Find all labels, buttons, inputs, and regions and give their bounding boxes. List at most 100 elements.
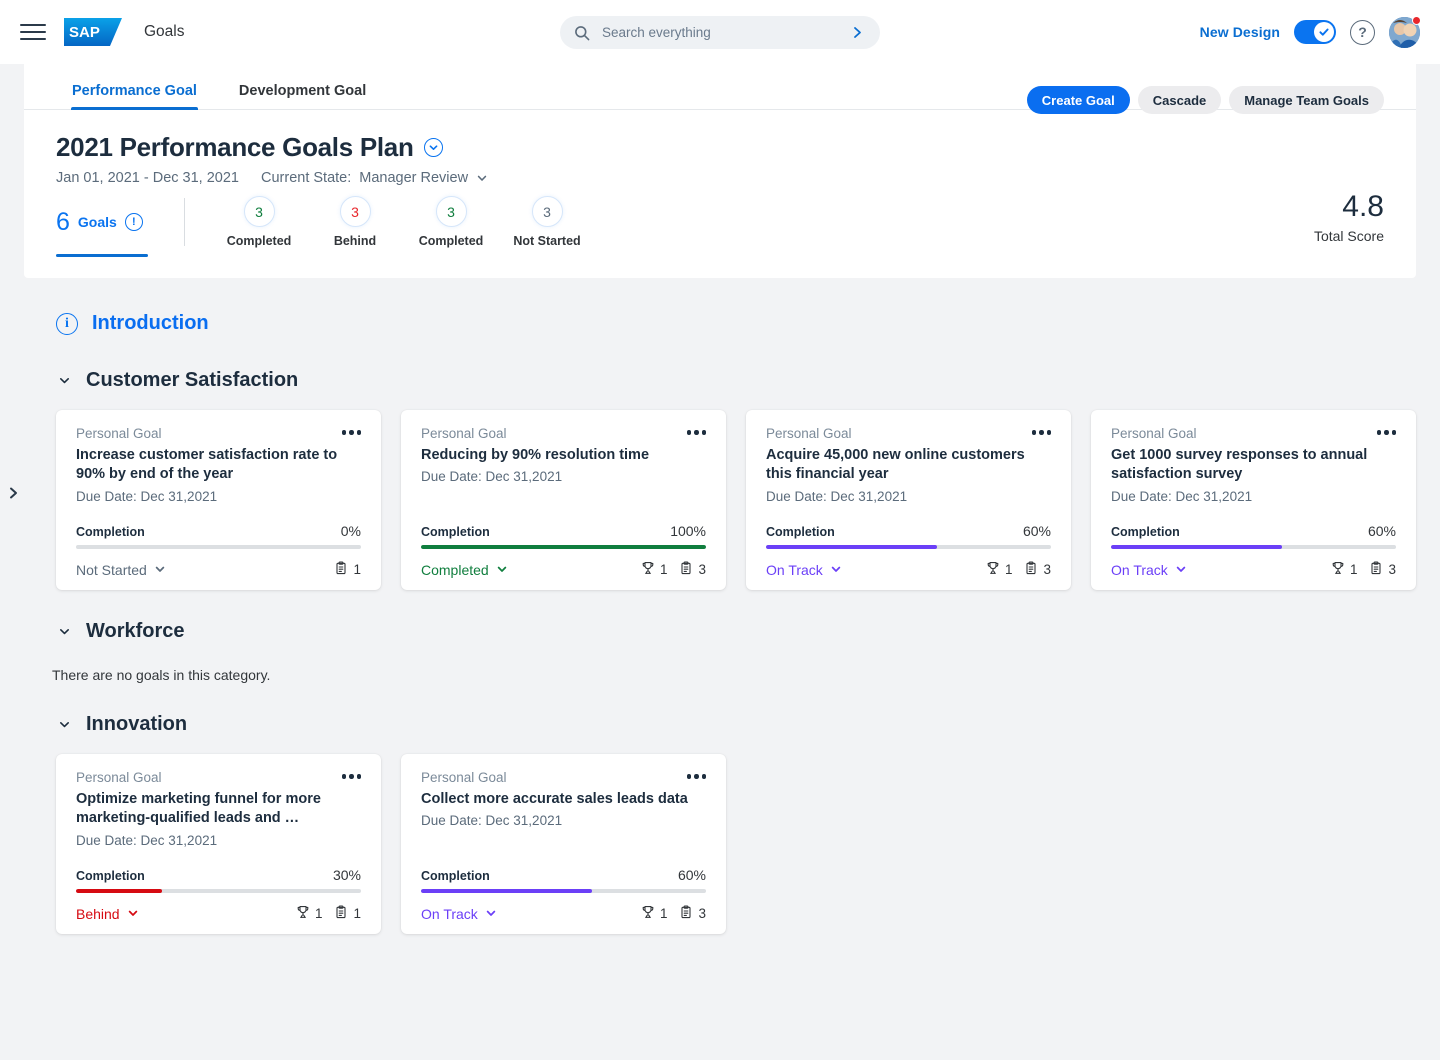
stat-count: 3: [447, 204, 455, 220]
goal-status-dropdown[interactable]: On Track: [1111, 562, 1187, 578]
goal-card[interactable]: Personal Goal Optimize marketing funnel …: [56, 754, 381, 934]
goals-exclamation-circle-icon[interactable]: !: [125, 213, 143, 231]
more-options-icon[interactable]: [687, 426, 707, 435]
current-state-value[interactable]: Manager Review: [359, 170, 468, 186]
goal-card[interactable]: Personal Goal Acquire 45,000 new online …: [746, 410, 1071, 590]
search-submit-chevron-right-icon[interactable]: [851, 26, 864, 39]
clipboard-icon: [679, 561, 693, 578]
cascade-button[interactable]: Cascade: [1138, 86, 1221, 114]
stat-circle: 3: [244, 196, 275, 227]
section-header[interactable]: Innovation: [56, 713, 1440, 736]
goal-status-dropdown[interactable]: Behind: [76, 906, 139, 922]
achievement-metric[interactable]: 1: [641, 905, 668, 922]
more-options-icon[interactable]: [1377, 426, 1397, 435]
avatar[interactable]: [1389, 17, 1420, 48]
goal-status-label: Behind: [76, 906, 120, 922]
section-header[interactable]: Workforce: [56, 620, 1440, 643]
goal-due-date: Due Date: Dec 31,2021: [1111, 489, 1396, 504]
goal-status-chevron-down-icon: [485, 906, 497, 922]
new-design-toggle[interactable]: [1294, 20, 1336, 44]
goal-card[interactable]: Personal Goal Get 1000 survey responses …: [1091, 410, 1416, 590]
goal-status-chevron-down-icon: [1175, 562, 1187, 578]
goal-title: Optimize marketing funnel for more marke…: [76, 790, 361, 829]
goal-card[interactable]: Personal Goal Reducing by 90% resolution…: [401, 410, 726, 590]
section-toggle-chevron-down-icon[interactable]: [56, 718, 72, 731]
goal-card-footer: On Track: [766, 561, 1051, 578]
plan-selector-chevron-down-circle-icon[interactable]: [424, 138, 443, 157]
more-options-icon[interactable]: [342, 770, 362, 779]
tab-development-goal[interactable]: Development Goal: [239, 83, 366, 109]
goal-status-dropdown[interactable]: On Track: [421, 906, 497, 922]
help-question-mark-icon[interactable]: ?: [1350, 20, 1375, 45]
progress-bar-fill: [76, 889, 162, 893]
goals-count-tab[interactable]: 6 Goals !: [56, 210, 176, 235]
section-empty-text: There are no goals in this category.: [52, 667, 1440, 683]
trophy-icon: [296, 905, 310, 922]
tasks-metric[interactable]: 1: [334, 905, 361, 922]
tasks-metric[interactable]: 3: [1024, 561, 1051, 578]
clipboard-count: 1: [353, 906, 361, 921]
section-toggle-chevron-down-icon[interactable]: [56, 625, 72, 638]
section-toggle-chevron-down-icon[interactable]: [56, 374, 72, 387]
stats-divider: [184, 198, 185, 246]
goal-status-dropdown[interactable]: Completed: [421, 562, 508, 578]
achievement-metric[interactable]: 1: [1331, 561, 1358, 578]
goal-status-dropdown[interactable]: Not Started: [76, 562, 166, 578]
more-options-icon[interactable]: [1032, 426, 1052, 435]
header-panel: Performance Goal Development Goal 2021 P…: [24, 64, 1416, 278]
search-input[interactable]: [600, 25, 851, 40]
more-options-icon[interactable]: [342, 426, 362, 435]
achievement-metric[interactable]: 1: [641, 561, 668, 578]
tab-performance-goal[interactable]: Performance Goal: [72, 83, 197, 109]
goal-completion-row: Completion 0%: [76, 523, 361, 539]
goal-status-label: Not Started: [76, 562, 147, 578]
sap-logo[interactable]: SAP: [64, 18, 122, 46]
stat-completed-1[interactable]: 3 Completed: [211, 196, 307, 248]
goal-card[interactable]: Personal Goal Increase customer satisfac…: [56, 410, 381, 590]
stat-behind[interactable]: 3 Behind: [307, 196, 403, 248]
goals-info-icon-label: !: [132, 216, 136, 228]
clipboard-count: 3: [1043, 562, 1051, 577]
more-options-icon[interactable]: [687, 770, 707, 779]
tasks-metric[interactable]: 3: [679, 905, 706, 922]
goal-section: Innovation Personal Goal Optimize market…: [0, 713, 1440, 934]
achievement-metric[interactable]: 1: [986, 561, 1013, 578]
goal-card[interactable]: Personal Goal Collect more accurate sale…: [401, 754, 726, 934]
search-icon: [574, 25, 590, 41]
hamburger-icon[interactable]: [20, 19, 46, 45]
stat-completed-2[interactable]: 3 Completed: [403, 196, 499, 248]
search-bar[interactable]: [560, 16, 880, 49]
goal-card-spacer: [76, 848, 361, 867]
progress-bar-fill: [421, 889, 592, 893]
create-goal-button[interactable]: Create Goal: [1027, 86, 1130, 114]
achievement-metric[interactable]: 1: [296, 905, 323, 922]
progress-bar-track: [421, 545, 706, 549]
goal-title: Reducing by 90% resolution time: [421, 446, 706, 465]
goal-kind-label: Personal Goal: [421, 426, 507, 441]
goal-due-date: Due Date: Dec 31,2021: [76, 833, 361, 848]
clipboard-count: 1: [353, 562, 361, 577]
current-state-chevron-down-icon[interactable]: [476, 172, 488, 184]
goal-card-top: Personal Goal: [421, 770, 706, 785]
goal-status-chevron-down-icon: [830, 562, 842, 578]
progress-bar-fill: [421, 545, 706, 549]
section-header[interactable]: Customer Satisfaction: [56, 369, 1440, 392]
stat-not-started[interactable]: 3 Not Started: [499, 196, 595, 248]
total-score-label: Total Score: [1314, 228, 1384, 244]
page-title: 2021 Performance Goals Plan: [56, 132, 414, 163]
tasks-metric[interactable]: 1: [334, 561, 361, 578]
goal-status-dropdown[interactable]: On Track: [766, 562, 842, 578]
goal-card-spacer: [76, 504, 361, 523]
goal-card-spacer: [421, 828, 706, 867]
manage-team-goals-button[interactable]: Manage Team Goals: [1229, 86, 1384, 114]
tasks-metric[interactable]: 3: [1369, 561, 1396, 578]
progress-bar-track: [76, 545, 361, 549]
goal-card-spacer: [766, 504, 1051, 523]
tasks-metric[interactable]: 3: [679, 561, 706, 578]
svg-text:SAP: SAP: [69, 24, 100, 41]
introduction-header[interactable]: i Introduction: [56, 312, 1440, 335]
sidebar-expand-chevron-right-icon[interactable]: [6, 483, 20, 503]
toggle-knob-check-icon: [1314, 22, 1334, 42]
clipboard-count: 3: [698, 906, 706, 921]
progress-bar-track: [1111, 545, 1396, 549]
